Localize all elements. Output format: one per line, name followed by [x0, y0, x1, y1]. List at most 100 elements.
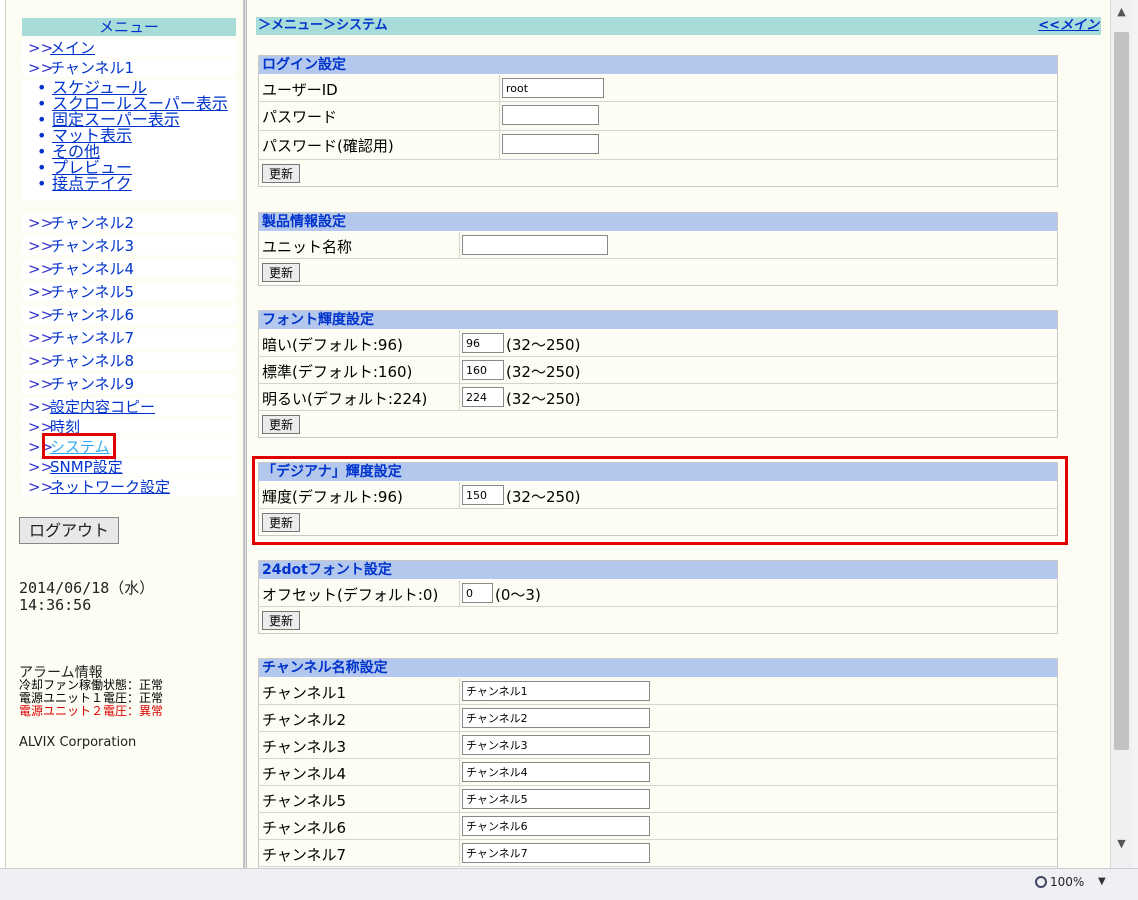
frame-divider[interactable] [244, 0, 247, 868]
offset-input[interactable] [462, 583, 493, 603]
section-title: ログイン設定 [259, 56, 1057, 75]
zoom-control[interactable]: 100% [1035, 875, 1084, 889]
row-label: チャンネル2 [262, 711, 347, 729]
nav-label[interactable]: チャンネル3 [50, 237, 134, 255]
divider [19, 756, 231, 757]
scroll-down-icon[interactable]: ▼ [1114, 836, 1129, 852]
row-value [459, 813, 1057, 839]
button-row: 更新 [259, 259, 1057, 285]
chevron-down-icon[interactable]: ▼ [1098, 876, 1106, 887]
channel7-name-input[interactable] [462, 843, 650, 863]
row-channel7: チャンネル7 [259, 840, 1057, 867]
scroll-up-icon[interactable]: ▲ [1114, 4, 1129, 20]
divider [19, 654, 231, 655]
nav-label[interactable]: チャンネル9 [50, 375, 134, 393]
font24-update-button[interactable]: 更新 [262, 611, 300, 630]
channel2-name-input[interactable] [462, 708, 650, 728]
unit-name-input[interactable] [462, 235, 608, 255]
font-brightness-update-button[interactable]: 更新 [262, 415, 300, 434]
font-brightness-section: フォント輝度設定 暗い(デフォルト:96) (32～250) 標準(デフォルト:… [258, 310, 1058, 438]
nav-label[interactable]: メイン [50, 39, 95, 57]
row-value [499, 75, 1057, 101]
nav-arrow: >> [28, 375, 54, 393]
nav-label[interactable]: チャンネル4 [50, 260, 134, 278]
row-password: パスワード [259, 102, 1057, 131]
font24-section: 24dotフォント設定 オフセット(デフォルト:0) (0～3) 更新 [258, 560, 1058, 634]
row-label: パスワード(確認用) [262, 137, 394, 155]
row-label: ユニット名称 [262, 238, 353, 256]
channel4-name-input[interactable] [462, 762, 650, 782]
vertical-scrollbar[interactable]: ▲ ▼ [1110, 0, 1132, 868]
nav-label[interactable]: 設定内容コピー [50, 398, 155, 416]
nav-item-channel6[interactable]: >>チャンネル6 [22, 306, 236, 324]
status-bar: 100% ▼ [0, 868, 1138, 900]
channel1-name-input[interactable] [462, 681, 650, 701]
nav-arrow: >> [28, 214, 54, 232]
password-input[interactable] [502, 105, 599, 125]
password-confirm-input[interactable] [502, 134, 599, 154]
nav-label[interactable]: チャンネル5 [50, 283, 134, 301]
row-password-confirm: パスワード(確認用) [259, 131, 1057, 160]
current-time: 14:36:56 [19, 596, 92, 614]
row-value [499, 102, 1057, 130]
section-title: 24dotフォント設定 [259, 561, 1057, 580]
nav-item-snmp[interactable]: >>SNMP設定 [22, 458, 236, 476]
row-label: チャンネル5 [262, 792, 347, 810]
section-title: 製品情報設定 [259, 213, 1057, 232]
row-dark: 暗い(デフォルト:96) (32～250) [259, 330, 1057, 357]
channel3-name-input[interactable] [462, 735, 650, 755]
nav-label[interactable]: SNMP設定 [50, 458, 123, 476]
nav-label: チャンネル1 [50, 59, 135, 77]
row-label: チャンネル7 [262, 846, 347, 864]
nav-item-channel4[interactable]: >>チャンネル4 [22, 260, 236, 278]
row-label: 暗い(デフォルト:96) [262, 336, 403, 354]
row-value [499, 131, 1057, 159]
nav-arrow: >> [28, 478, 54, 496]
row-user-id: ユーザーID [259, 75, 1057, 102]
user-id-input[interactable] [502, 78, 604, 98]
nav-arrow: >> [28, 352, 54, 370]
nav-item-settings-copy[interactable]: >>設定内容コピー [22, 398, 236, 416]
row-value [459, 678, 1057, 704]
nav-item-main[interactable]: >>メイン [22, 39, 236, 57]
nav-label[interactable]: チャンネル6 [50, 306, 134, 324]
section-title: フォント輝度設定 [259, 311, 1057, 330]
dark-brightness-input[interactable] [462, 333, 504, 353]
product-update-button[interactable]: 更新 [262, 263, 300, 282]
bright-brightness-input[interactable] [462, 387, 504, 407]
channel6-name-input[interactable] [462, 816, 650, 836]
nav-item-channel7[interactable]: >>チャンネル7 [22, 329, 236, 347]
nav-label[interactable]: チャンネル7 [50, 329, 134, 347]
login-settings-section: ログイン設定 ユーザーID パスワード パスワード(確認用) 更新 [258, 55, 1058, 187]
nav-arrow: >> [28, 237, 54, 255]
system-highlight-box [42, 433, 116, 459]
row-label: チャンネル6 [262, 819, 347, 837]
nav-label[interactable]: チャンネル8 [50, 352, 134, 370]
nav-item-channel5[interactable]: >>チャンネル5 [22, 283, 236, 301]
channel5-name-input[interactable] [462, 789, 650, 809]
nav-item-channel3[interactable]: >>チャンネル3 [22, 237, 236, 255]
back-to-main-link[interactable]: <<メイン [1038, 17, 1099, 35]
row-value: (32～250) [459, 330, 1057, 356]
nav-label[interactable]: ネットワーク設定 [50, 478, 170, 496]
row-label: 輝度(デフォルト:96) [262, 488, 403, 506]
nav-item-channel9[interactable]: >>チャンネル9 [22, 375, 236, 393]
range-hint: (32～250) [506, 390, 581, 408]
magnifier-icon [1035, 876, 1047, 888]
nav-item-channel8[interactable]: >>チャンネル8 [22, 352, 236, 370]
standard-brightness-input[interactable] [462, 360, 504, 380]
login-update-button[interactable]: 更新 [262, 164, 300, 183]
nav-item-network[interactable]: >>ネットワーク設定 [22, 478, 236, 496]
channel1-sub-menu: スケジュール スクロールスーパー表示 固定スーパー表示 マット表示 その他 プレ… [22, 80, 236, 200]
nav-label[interactable]: チャンネル2 [50, 214, 134, 232]
digiana-update-button[interactable]: 更新 [262, 513, 300, 532]
nav-item-channel2[interactable]: >>チャンネル2 [22, 214, 236, 232]
row-value: (32～250) [459, 384, 1057, 410]
window-frame [1132, 0, 1138, 900]
sidebar: メニュー >>メイン >>チャンネル1 スケジュール スクロールスーパー表示 固… [6, 0, 244, 868]
range-hint: (32～250) [506, 488, 581, 506]
sub-item-contact-take[interactable]: 接点テイク [37, 176, 132, 193]
scroll-thumb[interactable] [1114, 32, 1129, 750]
logout-button[interactable]: ログアウト [19, 517, 119, 544]
digiana-brightness-input[interactable] [462, 485, 504, 505]
